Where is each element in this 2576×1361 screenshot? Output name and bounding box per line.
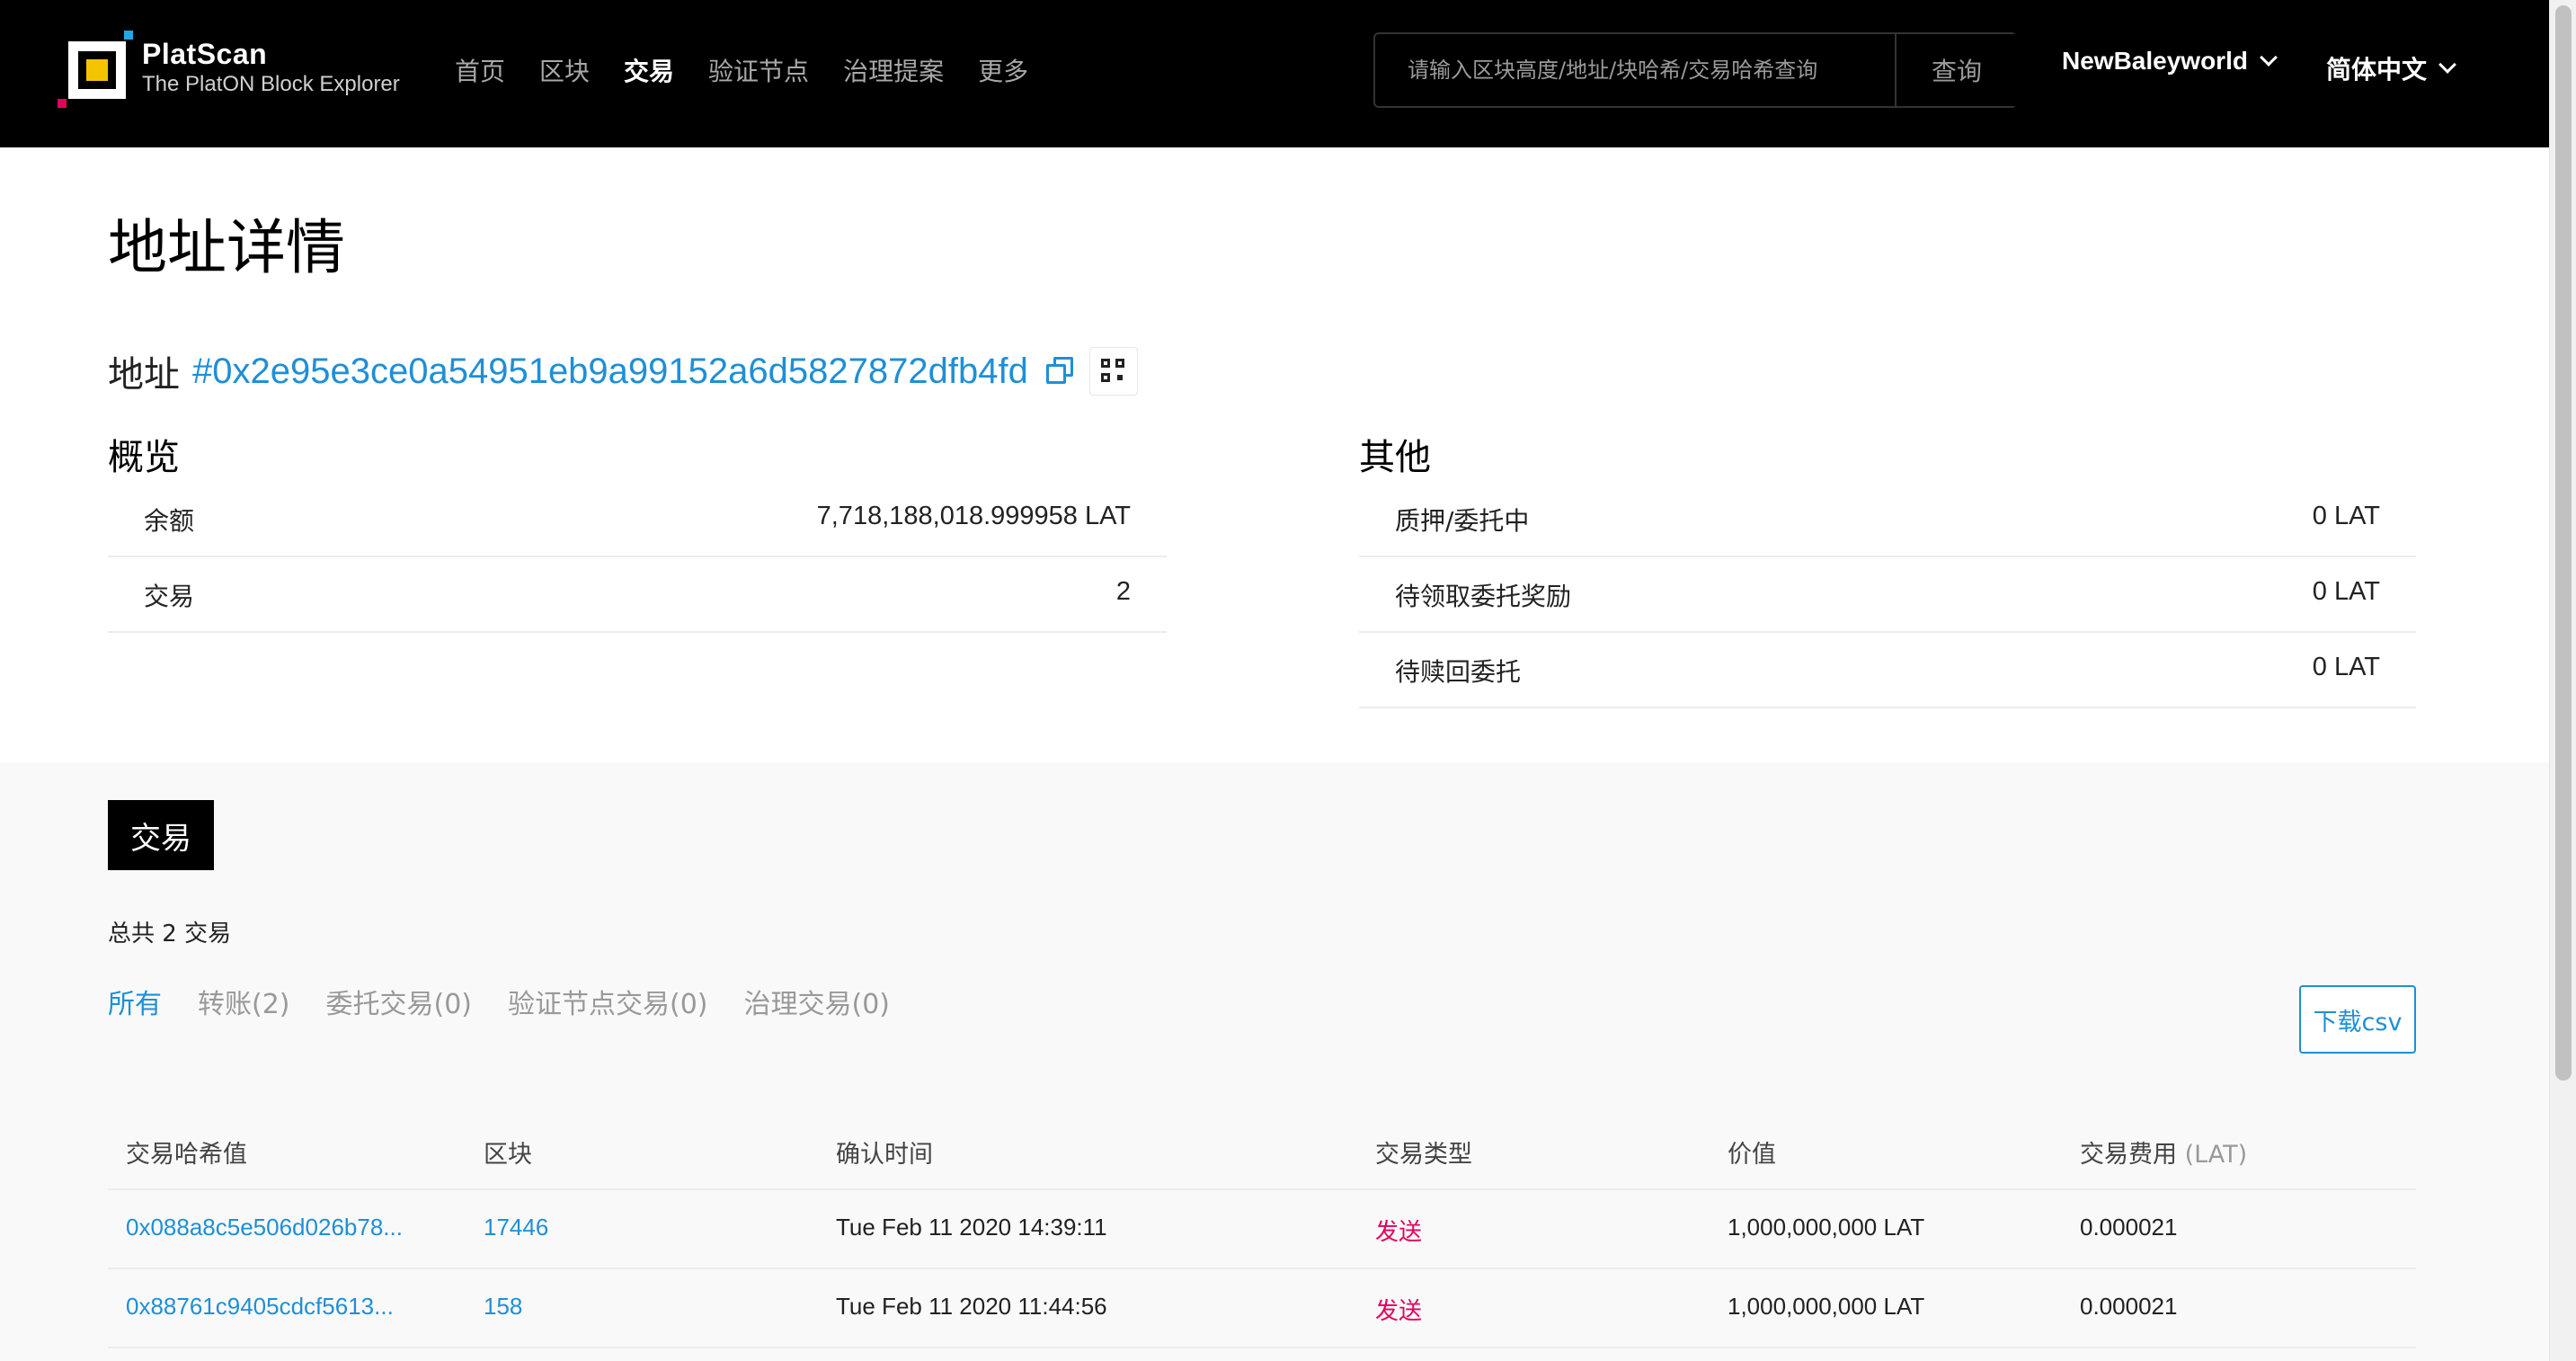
- nav-more[interactable]: 更多: [978, 52, 1028, 88]
- top-header: PlatScan The PlatON Block Explorer 首页 区块…: [0, 0, 2549, 147]
- nav-home[interactable]: 首页: [455, 52, 505, 88]
- pending-redeem-label: 待赎回委托: [1395, 657, 1522, 687]
- nav-blocks[interactable]: 区块: [539, 52, 590, 88]
- tx-hash-link[interactable]: 0x88761c9405cdcf5613...: [126, 1293, 394, 1321]
- logo-title[interactable]: PlatScan: [142, 38, 267, 71]
- download-csv-button[interactable]: 下载csv: [2299, 985, 2416, 1054]
- page-title: 地址详情: [108, 213, 345, 282]
- col-time: 确认时间: [836, 1141, 933, 1169]
- tab-validator[interactable]: 验证节点交易(0): [508, 982, 708, 1021]
- table-header: 交易哈希值 区块 确认时间 交易类型 价值 交易费用 (LAT): [108, 1107, 2416, 1190]
- language-select[interactable]: 简体中文: [2326, 50, 2456, 86]
- chevron-down-icon: [2438, 56, 2456, 74]
- address-label: 地址: [108, 354, 180, 396]
- other-row-pending-redeem: 待赎回委托 0 LAT: [1359, 633, 2416, 708]
- tx-count-value: 2: [1115, 577, 1131, 606]
- search-button[interactable]: 查询: [1895, 34, 2017, 106]
- col-block: 区块: [484, 1141, 532, 1169]
- table-row: 0x088a8c5e506d026b78... 17446 Tue Feb 11…: [108, 1190, 2416, 1269]
- overview-row-tx-count: 交易 2: [108, 557, 1167, 633]
- transactions-total: 总共 2 交易: [108, 921, 232, 947]
- pending-redeem-value: 0 LAT: [2312, 653, 2380, 681]
- search-box: 查询: [1373, 32, 2017, 108]
- tx-time: Tue Feb 11 2020 14:39:11: [836, 1214, 1107, 1241]
- staking-value: 0 LAT: [2312, 502, 2380, 530]
- main-nav: 首页 区块 交易 验证节点 治理提案 更多: [455, 52, 1062, 88]
- other-row-staking: 质押/委托中 0 LAT: [1359, 482, 2416, 557]
- pending-reward-value: 0 LAT: [2312, 577, 2380, 606]
- block-link[interactable]: 17446: [484, 1214, 548, 1241]
- overview-heading: 概览: [108, 437, 180, 478]
- tab-governance[interactable]: 治理交易(0): [744, 982, 891, 1021]
- tx-fee: 0.000021: [2080, 1214, 2178, 1241]
- other-row-pending-reward: 待领取委托奖励 0 LAT: [1359, 557, 2416, 633]
- tab-transfer[interactable]: 转账(2): [198, 982, 290, 1021]
- search-input[interactable]: [1375, 34, 1895, 106]
- col-value: 价值: [1728, 1141, 1776, 1169]
- tx-type: 发送: [1375, 1219, 1423, 1246]
- chevron-down-icon: [2260, 49, 2278, 67]
- tab-delegation[interactable]: 委托交易(0): [326, 982, 473, 1021]
- nav-validators[interactable]: 验证节点: [708, 52, 809, 88]
- col-type: 交易类型: [1375, 1141, 1472, 1169]
- transactions-table: 交易哈希值 区块 确认时间 交易类型 价值 交易费用 (LAT) 0x088a8…: [108, 1107, 2416, 1348]
- tx-count-label: 交易: [144, 582, 195, 611]
- logo-subtitle: The PlatON Block Explorer: [142, 72, 400, 96]
- balance-label: 余额: [144, 506, 195, 536]
- col-hash: 交易哈希值: [126, 1141, 247, 1169]
- copy-icon[interactable]: [1044, 355, 1077, 387]
- network-label: NewBaleyworld: [2062, 47, 2248, 75]
- tx-fee: 0.000021: [2080, 1293, 2178, 1320]
- transactions-badge: 交易: [108, 800, 214, 870]
- pending-reward-label: 待领取委托奖励: [1395, 582, 1572, 611]
- nav-proposals[interactable]: 治理提案: [843, 52, 944, 88]
- address-value: #0x2e95e3ce0a54951eb9a99152a6d5827872dfb…: [192, 351, 1028, 391]
- tx-value: 1,000,000,000 LAT: [1728, 1214, 1925, 1241]
- page-scrollbar[interactable]: [2549, 0, 2576, 1361]
- fee-unit: (LAT): [2184, 1141, 2248, 1169]
- platscan-logo-icon[interactable]: [58, 31, 135, 111]
- table-row: 0x88761c9405cdcf5613... 158 Tue Feb 11 2…: [108, 1269, 2416, 1348]
- transaction-tabs: 所有 转账(2) 委托交易(0) 验证节点交易(0) 治理交易(0): [108, 982, 926, 1021]
- language-label: 简体中文: [2326, 55, 2428, 85]
- tab-all[interactable]: 所有: [108, 982, 162, 1021]
- overview-row-balance: 余额 7,718,188,018.999958 LAT: [108, 482, 1167, 557]
- col-fee: 交易费用 (LAT): [2080, 1141, 2248, 1169]
- block-link[interactable]: 158: [484, 1293, 522, 1321]
- nav-transactions[interactable]: 交易: [624, 52, 674, 88]
- tx-hash-link[interactable]: 0x088a8c5e506d026b78...: [126, 1214, 403, 1241]
- qr-code-icon[interactable]: [1088, 347, 1138, 396]
- balance-value: 7,718,188,018.999958 LAT: [816, 502, 1131, 530]
- transactions-section: 交易 总共 2 交易 所有 转账(2) 委托交易(0) 验证节点交易(0) 治理…: [0, 762, 2549, 1361]
- tx-value: 1,000,000,000 LAT: [1728, 1293, 1925, 1320]
- network-select[interactable]: NewBaleyworld: [2062, 47, 2278, 76]
- address-line: 地址 #0x2e95e3ce0a54951eb9a99152a6d5827872…: [108, 345, 1138, 397]
- other-heading: 其他: [1359, 437, 1431, 478]
- staking-label: 质押/委托中: [1395, 506, 1530, 536]
- tx-type: 发送: [1375, 1298, 1423, 1325]
- tx-time: Tue Feb 11 2020 11:44:56: [836, 1293, 1107, 1320]
- scrollbar-thumb[interactable]: [2555, 5, 2572, 1081]
